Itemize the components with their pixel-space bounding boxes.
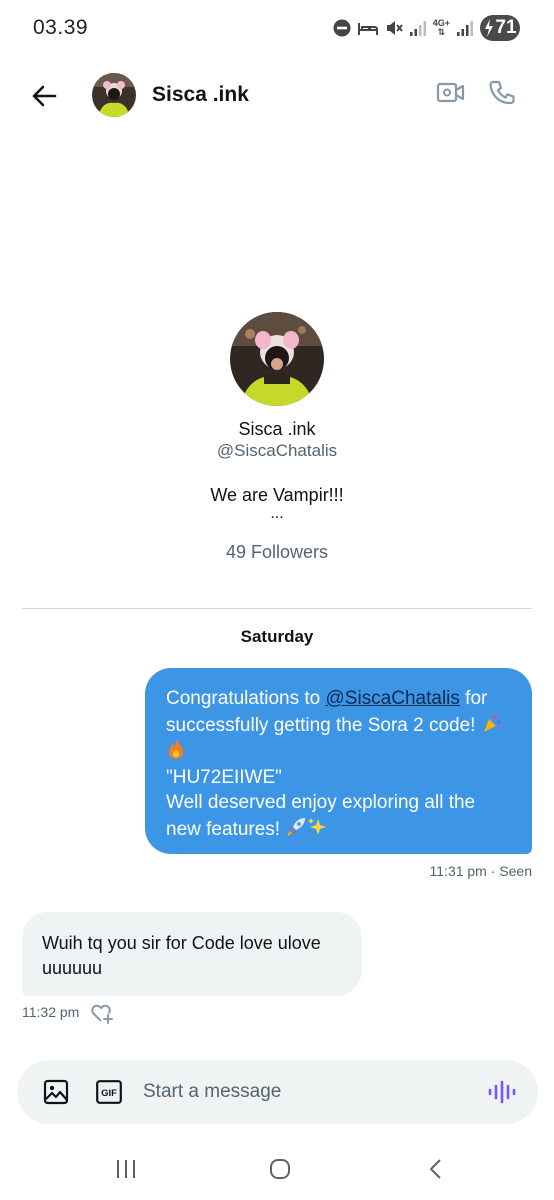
add-media-button[interactable]	[43, 1079, 69, 1105]
sparkles-emoji-icon	[308, 817, 327, 835]
fire-emoji-icon	[169, 739, 183, 759]
profile-name: Sisca .ink	[238, 419, 316, 439]
followers-count[interactable]: 49 Followers	[0, 542, 554, 563]
incoming-message-bubble[interactable]: Wuih tq you sir for Code love ulove uuuu…	[22, 912, 362, 996]
add-reaction-button[interactable]	[90, 1002, 114, 1024]
nav-back-button[interactable]	[424, 1157, 448, 1181]
conversation-header: Sisca .ink	[0, 58, 554, 138]
gif-button[interactable]: GIF	[96, 1080, 122, 1104]
profile-bio: We are Vampir!!!	[210, 485, 344, 505]
profile-card: Sisca .ink @SiscaChatalis We are Vampir!…	[0, 312, 554, 563]
voice-message-button[interactable]	[487, 1079, 517, 1105]
message-meta: 11:32 pm	[22, 1004, 80, 1020]
video-camera-icon	[436, 82, 465, 103]
message-text: Congratulations to	[166, 688, 326, 709]
recents-button[interactable]	[114, 1157, 138, 1181]
back-button[interactable]	[28, 80, 60, 112]
heart-plus-icon	[91, 1004, 113, 1024]
sleep-mode-icon	[357, 23, 378, 35]
avatar-photo	[92, 73, 136, 117]
day-separator: Saturday	[240, 627, 314, 646]
back-icon	[430, 1159, 441, 1179]
outgoing-message-bubble[interactable]: Congratulations to @SiscaChatalis for su…	[145, 668, 532, 854]
phone-icon	[489, 80, 515, 105]
status-time: 03.39	[33, 16, 89, 39]
video-call-button[interactable]	[436, 80, 468, 112]
mention-link[interactable]: @SiscaChatalis	[326, 688, 460, 709]
message-meta: 11:31 pm · Seen	[429, 863, 532, 879]
data-arrows-icon: ⇅	[437, 27, 446, 37]
battery-level: 71	[495, 17, 517, 38]
voice-call-button[interactable]	[488, 79, 520, 111]
charging-bolt-icon	[485, 19, 493, 37]
code-text: "HU72EIIWE"	[166, 766, 282, 788]
gif-icon: GIF	[96, 1080, 122, 1104]
image-icon	[43, 1079, 69, 1105]
mute-icon	[386, 21, 403, 35]
recents-icon	[117, 1160, 135, 1178]
system-nav-bar	[0, 1140, 554, 1200]
avatar-photo	[230, 312, 324, 406]
arrow-left-icon	[32, 85, 57, 107]
dm-conversation-screen: 03.39 4G+ ⇅ 71 Sisca .ink Sisca .ink @Si…	[0, 0, 554, 1200]
svg-text:GIF: GIF	[101, 1088, 117, 1099]
party-popper-emoji-icon	[483, 714, 501, 732]
signal-icon-2	[457, 21, 473, 36]
profile-bio-ellipsis: ...	[270, 505, 284, 522]
voice-waveform-icon	[488, 1080, 516, 1104]
divider	[22, 608, 532, 609]
status-icons: 4G+ ⇅ 71	[333, 14, 520, 42]
rocket-emoji-icon	[287, 817, 306, 836]
network-type: 4G+ ⇅	[432, 18, 450, 37]
message-text: Wuih tq you sir for Code love ulove uuuu…	[42, 933, 321, 978]
profile-handle: @SiscaChatalis	[216, 441, 338, 460]
message-composer: GIF	[17, 1060, 538, 1124]
battery-indicator: 71	[480, 15, 520, 41]
do-not-disturb-icon	[333, 19, 351, 37]
message-input[interactable]	[143, 1076, 453, 1108]
header-avatar[interactable]	[92, 73, 136, 117]
home-button[interactable]	[268, 1157, 292, 1181]
status-bar: 03.39 4G+ ⇅ 71	[0, 0, 554, 58]
home-icon	[270, 1159, 290, 1179]
header-title[interactable]: Sisca .ink	[152, 83, 249, 107]
profile-avatar[interactable]	[230, 312, 324, 406]
signal-icon-1	[409, 21, 426, 36]
